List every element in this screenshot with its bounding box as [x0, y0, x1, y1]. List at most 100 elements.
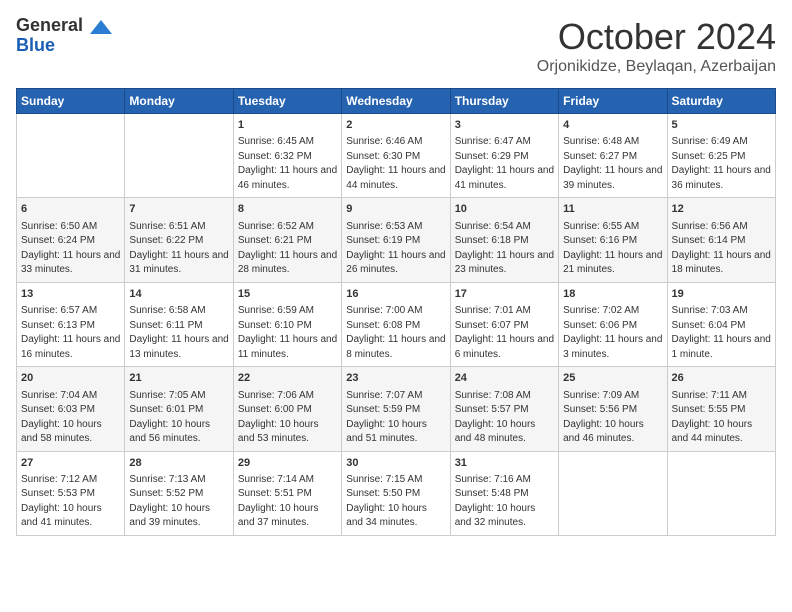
day-number: 29 — [238, 456, 337, 471]
cell-content: Sunrise: 7:03 AM Sunset: 6:04 PM Dayligh… — [672, 304, 771, 362]
cell-content: Sunrise: 6:52 AM Sunset: 6:21 PM Dayligh… — [238, 220, 337, 278]
header-monday: Monday — [125, 89, 233, 114]
calendar-cell: 26Sunrise: 7:11 AM Sunset: 5:55 PM Dayli… — [667, 367, 775, 451]
cell-content: Sunrise: 7:15 AM Sunset: 5:50 PM Dayligh… — [346, 473, 445, 531]
logo-blue-text: Blue — [16, 35, 55, 55]
day-number: 25 — [563, 371, 662, 386]
header-wednesday: Wednesday — [342, 89, 450, 114]
cell-content: Sunrise: 6:54 AM Sunset: 6:18 PM Dayligh… — [455, 220, 554, 278]
calendar-cell — [559, 451, 667, 535]
cell-content: Sunrise: 7:02 AM Sunset: 6:06 PM Dayligh… — [563, 304, 662, 362]
day-number: 1 — [238, 118, 337, 133]
day-number: 8 — [238, 202, 337, 217]
day-number: 27 — [21, 456, 120, 471]
cell-content: Sunrise: 6:53 AM Sunset: 6:19 PM Dayligh… — [346, 220, 445, 278]
calendar-cell: 14 Sunrise: 6:58 AM Sunset: 6:11 PM Dayli… — [125, 282, 233, 366]
day-number: 21 — [129, 371, 228, 386]
calendar-cell: 19 Sunrise: 7:03 AM Sunset: 6:04 PM Dayli… — [667, 282, 775, 366]
calendar-cell — [17, 114, 125, 198]
calendar-cell: 17Sunrise: 7:01 AM Sunset: 6:07 PM Dayli… — [450, 282, 558, 366]
day-number: 2 — [346, 118, 445, 133]
logo-arrow-icon — [90, 20, 112, 34]
cell-content: Sunrise: 7:09 AM Sunset: 5:56 PM Dayligh… — [563, 389, 662, 447]
day-number: 14 — [129, 287, 228, 302]
calendar-cell: 7 Sunrise: 6:51 AM Sunset: 6:22 PM Daylig… — [125, 198, 233, 282]
calendar-cell: 12Sunrise: 6:56 AM Sunset: 6:14 PM Dayli… — [667, 198, 775, 282]
cell-content: Sunrise: 7:12 AM Sunset: 5:53 PM Dayligh… — [21, 473, 120, 531]
day-number: 9 — [346, 202, 445, 217]
cell-content: Sunrise: 7:13 AM Sunset: 5:52 PM Dayligh… — [129, 473, 228, 531]
location-text: Orjonikidze, Beylaqan, Azerbaijan — [537, 58, 776, 76]
day-number: 11 — [563, 202, 662, 217]
cell-content: Sunrise: 6:50 AM Sunset: 6:24 PM Dayligh… — [21, 220, 120, 278]
calendar-cell: 30 Sunrise: 7:15 AM Sunset: 5:50 PM Dayli… — [342, 451, 450, 535]
day-number: 6 — [21, 202, 120, 217]
cell-content: Sunrise: 6:55 AM Sunset: 6:16 PM Dayligh… — [563, 220, 662, 278]
calendar-header: SundayMondayTuesdayWednesdayThursdayFrid… — [17, 89, 776, 114]
calendar-cell: 13Sunrise: 6:57 AM Sunset: 6:13 PM Dayli… — [17, 282, 125, 366]
calendar-cell: 21 Sunrise: 7:05 AM Sunset: 6:01 PM Dayli… — [125, 367, 233, 451]
calendar-body: 1 Sunrise: 6:45 AM Sunset: 6:32 PM Daylig… — [17, 114, 776, 536]
week-row-1: 6 Sunrise: 6:50 AM Sunset: 6:24 PM Daylig… — [17, 198, 776, 282]
day-number: 4 — [563, 118, 662, 133]
week-row-0: 1 Sunrise: 6:45 AM Sunset: 6:32 PM Daylig… — [17, 114, 776, 198]
day-number: 16 — [346, 287, 445, 302]
day-number: 30 — [346, 456, 445, 471]
calendar-cell: 9 Sunrise: 6:53 AM Sunset: 6:19 PM Daylig… — [342, 198, 450, 282]
cell-content: Sunrise: 7:04 AM Sunset: 6:03 PM Dayligh… — [21, 389, 120, 447]
cell-content: Sunrise: 7:05 AM Sunset: 6:01 PM Dayligh… — [129, 389, 228, 447]
calendar-cell: 10 Sunrise: 6:54 AM Sunset: 6:18 PM Dayli… — [450, 198, 558, 282]
cell-content: Sunrise: 6:51 AM Sunset: 6:22 PM Dayligh… — [129, 220, 228, 278]
cell-content: Sunrise: 6:58 AM Sunset: 6:11 PM Dayligh… — [129, 304, 228, 362]
header-sunday: Sunday — [17, 89, 125, 114]
header-thursday: Thursday — [450, 89, 558, 114]
calendar-cell: 18 Sunrise: 7:02 AM Sunset: 6:06 PM Dayli… — [559, 282, 667, 366]
calendar-cell: 8 Sunrise: 6:52 AM Sunset: 6:21 PM Daylig… — [233, 198, 341, 282]
cell-content: Sunrise: 6:56 AM Sunset: 6:14 PM Dayligh… — [672, 220, 771, 278]
header-tuesday: Tuesday — [233, 89, 341, 114]
day-number: 31 — [455, 456, 554, 471]
day-number: 18 — [563, 287, 662, 302]
cell-content: Sunrise: 7:01 AM Sunset: 6:07 PM Dayligh… — [455, 304, 554, 362]
day-number: 24 — [455, 371, 554, 386]
page-header: General Blue October 2024 Orjonikidze, B… — [16, 16, 776, 76]
calendar-cell: 6 Sunrise: 6:50 AM Sunset: 6:24 PM Daylig… — [17, 198, 125, 282]
cell-content: Sunrise: 7:08 AM Sunset: 5:57 PM Dayligh… — [455, 389, 554, 447]
cell-content: Sunrise: 7:07 AM Sunset: 5:59 PM Dayligh… — [346, 389, 445, 447]
day-number: 7 — [129, 202, 228, 217]
calendar-cell: 31 Sunrise: 7:16 AM Sunset: 5:48 PM Dayli… — [450, 451, 558, 535]
calendar-cell: 1 Sunrise: 6:45 AM Sunset: 6:32 PM Daylig… — [233, 114, 341, 198]
cell-content: Sunrise: 6:45 AM Sunset: 6:32 PM Dayligh… — [238, 135, 337, 193]
calendar-table: SundayMondayTuesdayWednesdayThursdayFrid… — [16, 88, 776, 536]
calendar-cell: 5Sunrise: 6:49 AM Sunset: 6:25 PM Daylig… — [667, 114, 775, 198]
calendar-cell: 22 Sunrise: 7:06 AM Sunset: 6:00 PM Dayli… — [233, 367, 341, 451]
cell-content: Sunrise: 7:11 AM Sunset: 5:55 PM Dayligh… — [672, 389, 771, 447]
day-number: 22 — [238, 371, 337, 386]
day-number: 13 — [21, 287, 120, 302]
calendar-cell: 27 Sunrise: 7:12 AM Sunset: 5:53 PM Dayli… — [17, 451, 125, 535]
header-saturday: Saturday — [667, 89, 775, 114]
day-number: 3 — [455, 118, 554, 133]
calendar-cell: 11 Sunrise: 6:55 AM Sunset: 6:16 PM Dayli… — [559, 198, 667, 282]
calendar-cell — [125, 114, 233, 198]
calendar-cell: 24 Sunrise: 7:08 AM Sunset: 5:57 PM Dayli… — [450, 367, 558, 451]
week-row-2: 13Sunrise: 6:57 AM Sunset: 6:13 PM Dayli… — [17, 282, 776, 366]
cell-content: Sunrise: 6:46 AM Sunset: 6:30 PM Dayligh… — [346, 135, 445, 193]
day-number: 10 — [455, 202, 554, 217]
calendar-cell: 28Sunrise: 7:13 AM Sunset: 5:52 PM Dayli… — [125, 451, 233, 535]
logo-general-text: General — [16, 15, 83, 35]
calendar-cell: 2 Sunrise: 6:46 AM Sunset: 6:30 PM Daylig… — [342, 114, 450, 198]
calendar-cell: 3Sunrise: 6:47 AM Sunset: 6:29 PM Daylig… — [450, 114, 558, 198]
logo: General Blue — [16, 16, 112, 56]
cell-content: Sunrise: 7:14 AM Sunset: 5:51 PM Dayligh… — [238, 473, 337, 531]
cell-content: Sunrise: 7:16 AM Sunset: 5:48 PM Dayligh… — [455, 473, 554, 531]
cell-content: Sunrise: 6:59 AM Sunset: 6:10 PM Dayligh… — [238, 304, 337, 362]
calendar-cell: 4Sunrise: 6:48 AM Sunset: 6:27 PM Daylig… — [559, 114, 667, 198]
cell-content: Sunrise: 7:06 AM Sunset: 6:00 PM Dayligh… — [238, 389, 337, 447]
cell-content: Sunrise: 7:00 AM Sunset: 6:08 PM Dayligh… — [346, 304, 445, 362]
calendar-cell: 20Sunrise: 7:04 AM Sunset: 6:03 PM Dayli… — [17, 367, 125, 451]
calendar-cell: 25 Sunrise: 7:09 AM Sunset: 5:56 PM Dayli… — [559, 367, 667, 451]
day-number: 19 — [672, 287, 771, 302]
calendar-cell — [667, 451, 775, 535]
day-number: 5 — [672, 118, 771, 133]
